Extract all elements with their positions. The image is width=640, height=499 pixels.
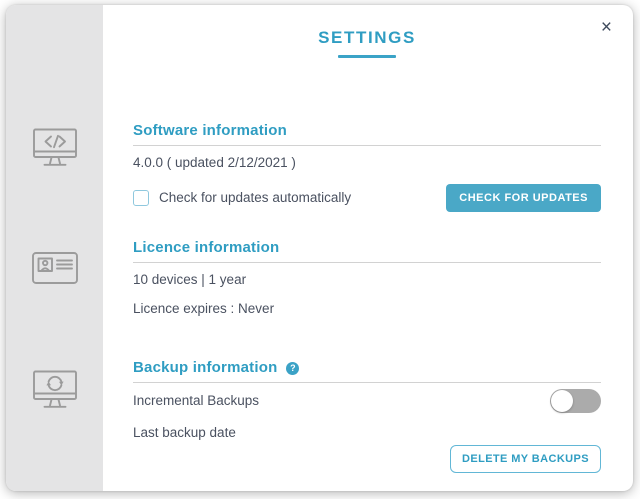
licence-devices-text: 10 devices | 1 year — [133, 272, 247, 287]
delete-my-backups-button[interactable]: DELETE MY BACKUPS — [450, 445, 601, 473]
software-version-text: 4.0.0 ( updated 2/12/2021 ) — [133, 155, 296, 170]
software-heading-label: Software information — [133, 122, 288, 139]
auto-update-checkbox-label: Check for updates automatically — [159, 190, 352, 205]
help-icon[interactable]: ? — [286, 361, 300, 375]
incremental-backups-label: Incremental Backups — [133, 393, 260, 408]
backup-information-section: Backup information ? Incremental Backups… — [133, 359, 601, 473]
updates-row: Check for updates automatically CHECK FO… — [133, 184, 601, 212]
page-title: SETTINGS — [318, 28, 416, 47]
check-for-updates-button[interactable]: CHECK FOR UPDATES — [446, 184, 601, 212]
licence-expires-text: Licence expires : Never — [133, 301, 275, 316]
auto-update-checkbox[interactable] — [133, 190, 149, 206]
last-backup-date-label: Last backup date — [133, 425, 236, 440]
id-card-icon — [31, 251, 79, 291]
software-section-heading: Software information — [133, 122, 601, 146]
licence-heading-label: Licence information — [133, 239, 280, 256]
toggle-knob — [551, 390, 573, 412]
backup-section-heading: Backup information ? — [133, 359, 601, 383]
licence-section-heading: Licence information — [133, 239, 601, 263]
title-underline — [338, 55, 396, 58]
settings-content: × SETTINGS Software information 4.0.0 ( … — [103, 5, 633, 491]
section-icon-rail — [6, 5, 103, 491]
incremental-backups-toggle[interactable] — [550, 389, 601, 413]
monitor-code-icon — [31, 127, 79, 176]
auto-update-checkbox-group[interactable]: Check for updates automatically — [133, 189, 351, 207]
settings-dialog: × SETTINGS Software information 4.0.0 ( … — [6, 5, 633, 491]
close-icon[interactable]: × — [601, 18, 612, 37]
licence-information-section: Licence information 10 devices | 1 year … — [133, 239, 601, 318]
software-information-section: Software information 4.0.0 ( updated 2/1… — [133, 122, 601, 212]
backup-heading-label: Backup information — [133, 359, 278, 376]
incremental-backups-row: Incremental Backups — [133, 389, 601, 413]
monitor-sync-icon — [31, 369, 79, 418]
delete-backups-row: DELETE MY BACKUPS — [133, 445, 601, 473]
